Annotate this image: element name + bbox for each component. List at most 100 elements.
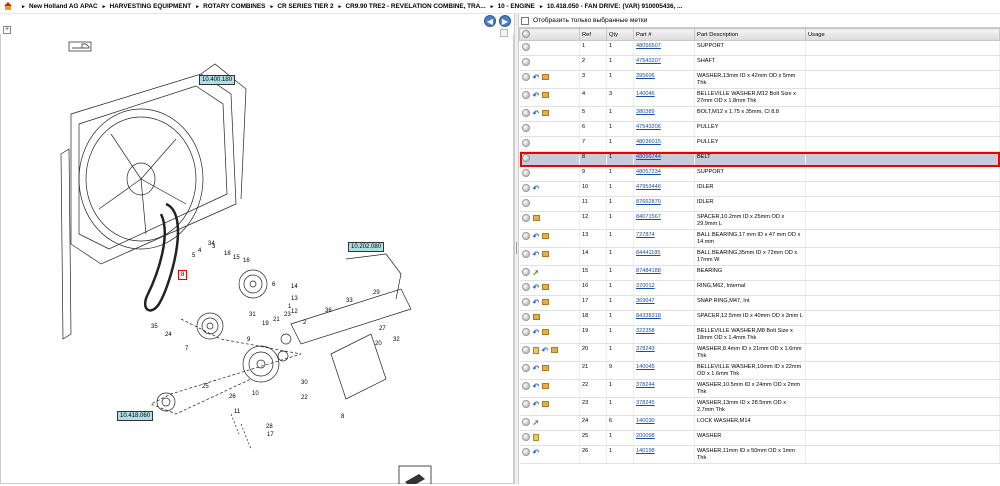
ref-label[interactable]: 10 [252, 391, 259, 397]
part-number-link[interactable]: 378245 [636, 400, 655, 406]
ref-label[interactable]: 15 [233, 255, 240, 261]
table-row[interactable]: ↶ 20 1 378243 WASHER,8.4mm ID x 21mm OD x 1.… [519, 343, 1000, 362]
replacement-arrow-icon[interactable]: ➚ [533, 418, 540, 426]
table-row[interactable]: ↶ 14 1 84441185 BALL BEARING,35mm ID x 72mm … [519, 247, 1000, 266]
table-row[interactable]: 7 1 48036015 PULLEY [519, 136, 1000, 152]
package-icon[interactable] [532, 215, 540, 221]
part-number-link[interactable]: 140030 [636, 418, 655, 424]
ref-label[interactable]: 6 [272, 282, 275, 288]
info-icon[interactable] [521, 109, 530, 117]
package-icon[interactable] [542, 401, 550, 407]
part-number-link[interactable]: 322358 [636, 328, 655, 334]
header-usage[interactable]: Usage [805, 28, 1000, 41]
package-icon[interactable] [542, 299, 550, 305]
info-icon[interactable] [521, 232, 530, 240]
info-icon[interactable] [521, 313, 530, 321]
part-number-link[interactable]: 84338318 [636, 313, 661, 319]
ref-label[interactable]: 9 [247, 337, 250, 343]
ref-label[interactable]: 7 [185, 346, 188, 352]
ref-label[interactable]: 17 [267, 432, 274, 438]
part-number-link[interactable]: 200098 [636, 433, 655, 439]
breadcrumb-item[interactable]: 10.418.050 - FAN DRIVE: (VAR) 910005436,… [547, 3, 683, 10]
ref-label[interactable]: 16 [243, 258, 250, 264]
next-page-button[interactable]: ▶ [499, 15, 511, 27]
history-icon[interactable]: ↶ [533, 109, 540, 117]
part-number-link[interactable]: 140045 [636, 364, 655, 370]
ref-label[interactable]: 8 [341, 414, 344, 420]
history-icon[interactable]: ↶ [533, 400, 540, 408]
package-icon[interactable] [542, 365, 550, 371]
history-icon[interactable]: ↶ [533, 250, 540, 258]
info-icon[interactable] [521, 328, 530, 336]
header-part-description[interactable]: Part Description [694, 28, 806, 41]
table-row[interactable]: 25 1 200098 WASHER [519, 430, 1000, 446]
part-number-link[interactable]: 140046 [636, 91, 655, 97]
package-icon[interactable] [542, 251, 550, 257]
breadcrumb-item[interactable]: CR9.90 TRE2 - REVELATION COMBINE, TRA... [345, 3, 485, 10]
folder-icon[interactable] [532, 346, 539, 354]
table-row[interactable]: ➚ 15 1 87484188 BEARING [519, 265, 1000, 281]
info-icon[interactable] [521, 58, 530, 66]
info-icon[interactable] [521, 268, 530, 276]
table-row[interactable]: 9 1 48057234 SUPPORT [519, 166, 1000, 182]
part-number-link[interactable]: 48056744 [636, 154, 661, 160]
info-icon[interactable] [521, 400, 530, 408]
ref-label[interactable]: 14 [291, 284, 298, 290]
table-row[interactable]: ↶ 5 1 380389 BOLT,M12 x 1.75 x 35mm, Cl 8.8 [519, 106, 1000, 122]
breadcrumb-item[interactable]: CR SERIES TIER 2 [277, 3, 333, 10]
history-icon[interactable]: ↶ [533, 382, 540, 390]
breadcrumb-item[interactable]: HARVESTING EQUIPMENT [110, 3, 192, 10]
package-icon[interactable] [542, 74, 550, 80]
info-icon[interactable] [521, 169, 530, 177]
info-icon[interactable] [521, 184, 530, 192]
table-row[interactable]: 1 1 48056507 SUPPORT [519, 40, 1000, 56]
previous-page-button[interactable]: ◀ [484, 15, 496, 27]
folder-icon[interactable] [532, 433, 539, 441]
part-number-link[interactable]: 84441185 [636, 250, 660, 256]
ref-label[interactable]: 22 [301, 395, 308, 401]
part-number-link[interactable]: 727874 [636, 232, 655, 238]
info-icon[interactable] [521, 124, 530, 132]
table-row[interactable]: ↶ 17 1 369647 SNAP RING,M47, Int [519, 295, 1000, 311]
history-icon[interactable]: ↶ [533, 364, 540, 372]
table-row[interactable]: ↶ 21 9 140045 BELLEVILLE WASHER,10mm ID x 22… [519, 361, 1000, 380]
table-row[interactable]: ↶ 3 1 395606 WASHER,13mm ID x 42mm OD x 5mm … [519, 70, 1000, 89]
header-ref[interactable]: Ref [579, 28, 607, 41]
part-number-link[interactable]: 47953446 [636, 184, 661, 190]
history-icon[interactable]: ↶ [533, 328, 540, 336]
info-icon[interactable] [521, 418, 530, 426]
home-icon[interactable] [3, 2, 13, 11]
table-row[interactable]: 2 1 47543207 SHAFT [519, 55, 1000, 71]
ref-label[interactable]: 27 [379, 326, 386, 332]
ref-label[interactable]: 29 [373, 290, 380, 296]
info-icon[interactable] [521, 73, 530, 81]
part-number-link[interactable]: 370012 [636, 283, 655, 289]
ref-label[interactable]: 25 [202, 384, 209, 390]
table-row[interactable]: 18 1 84338318 SPACER,12.5mm ID x 40mm OD x … [519, 310, 1000, 326]
package-icon[interactable] [551, 347, 559, 353]
part-number-link[interactable]: 47543207 [636, 58, 661, 64]
table-row[interactable]: ↶ 16 1 370012 RING,M62, Internal [519, 280, 1000, 296]
package-icon[interactable] [542, 329, 550, 335]
ref-label[interactable]: 12 [291, 309, 298, 315]
history-icon[interactable]: ↶ [533, 73, 540, 81]
history-icon[interactable]: ↶ [533, 448, 540, 456]
part-number-link[interactable]: 140198 [636, 448, 655, 454]
callout-ref[interactable]: 10.202.080 [348, 242, 385, 252]
part-number-link[interactable]: 87484188 [636, 268, 661, 274]
table-row[interactable]: ↶ 23 1 378245 WASHER,13mm ID x 28.5mm OD x 2… [519, 397, 1000, 416]
ref-label[interactable]: 1 [288, 304, 291, 310]
package-icon[interactable] [542, 92, 550, 98]
history-icon[interactable]: ↶ [533, 91, 540, 99]
package-icon[interactable] [532, 314, 540, 320]
ref-label[interactable]: 20 [375, 341, 382, 347]
info-icon[interactable] [521, 433, 530, 441]
ref-label[interactable]: 30 [301, 380, 308, 386]
breadcrumb-item[interactable]: New Holland AG APAC [29, 3, 98, 10]
breadcrumb-item[interactable]: 10 - ENGINE [498, 3, 535, 10]
table-row[interactable]: ↶ 22 1 378244 WASHER,10.5mm ID x 24mm OD x 2… [519, 379, 1000, 398]
ref-label[interactable]: 28 [266, 424, 273, 430]
info-icon[interactable] [521, 364, 530, 372]
info-icon[interactable] [521, 154, 530, 162]
ref-label[interactable]: 4 [198, 248, 201, 254]
